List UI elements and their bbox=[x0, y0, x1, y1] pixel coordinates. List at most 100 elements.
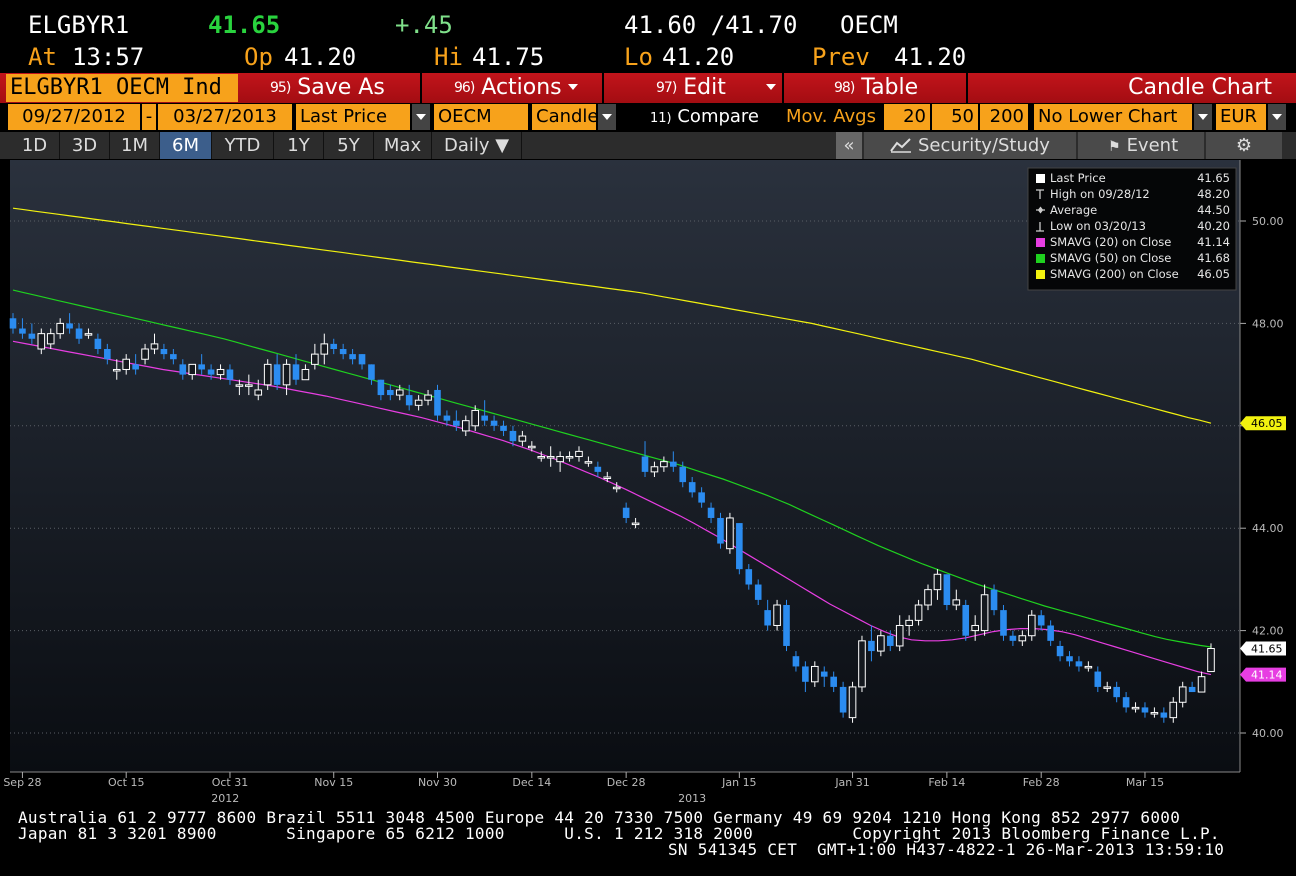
candle-body bbox=[792, 656, 800, 667]
candle-body bbox=[301, 368, 310, 381]
actions-number: 96) bbox=[454, 80, 475, 96]
year-label: 2013 bbox=[678, 792, 706, 805]
x-tick-label: Sep 28 bbox=[3, 776, 41, 789]
candle-body bbox=[783, 605, 790, 646]
prev-value: 41.20 bbox=[894, 43, 967, 71]
candle bbox=[434, 384, 441, 421]
price-source: OECM bbox=[840, 11, 898, 39]
candle-body bbox=[19, 328, 26, 334]
prev-label: Prev bbox=[812, 43, 870, 71]
candle-body bbox=[631, 522, 640, 526]
settings-button[interactable]: ⚙ bbox=[1206, 132, 1282, 159]
actions-menu[interactable]: 96) Actions bbox=[424, 73, 604, 103]
candle-body bbox=[56, 322, 64, 335]
x-axis: Sep 28 Oct 15 Oct 31 Nov 15 Nov 30 Dec 14 Dec … bbox=[3, 771, 1240, 805]
y-tick-label: 40.00 bbox=[1252, 727, 1284, 740]
candle-body bbox=[726, 517, 734, 550]
candle-body bbox=[1169, 701, 1178, 719]
candle bbox=[783, 599, 790, 652]
candle bbox=[943, 574, 951, 611]
candle-body bbox=[905, 619, 913, 626]
source-field[interactable]: OECM bbox=[434, 104, 528, 130]
candle-body bbox=[414, 399, 423, 406]
candle-body bbox=[198, 364, 205, 370]
event-button[interactable]: ⚑ Event bbox=[1078, 132, 1204, 159]
candle-body bbox=[895, 624, 904, 647]
ma3-field[interactable]: 200 bbox=[980, 104, 1028, 130]
x-tick-label: Nov 30 bbox=[418, 776, 457, 789]
field-select[interactable]: Last Price bbox=[296, 104, 410, 130]
candle-body bbox=[754, 584, 762, 600]
candle-body bbox=[811, 665, 819, 683]
security-study-button[interactable]: Security/Study bbox=[864, 132, 1076, 159]
candle-body bbox=[1047, 625, 1054, 641]
range-1d[interactable]: 1D bbox=[10, 132, 60, 159]
candle-body bbox=[1075, 661, 1083, 667]
security-field[interactable]: ELGBYR1 OECM Ind bbox=[6, 74, 238, 102]
candle-body bbox=[717, 517, 724, 544]
legend-swatch bbox=[1036, 174, 1045, 183]
candle-body bbox=[1027, 614, 1036, 637]
candle-body bbox=[509, 430, 517, 442]
high-value: 41.75 bbox=[472, 43, 545, 71]
candle-body bbox=[1131, 706, 1140, 710]
candle-body bbox=[46, 333, 55, 345]
collapse-button[interactable]: « bbox=[836, 132, 862, 159]
candle-body bbox=[75, 328, 83, 339]
candle-body bbox=[1103, 686, 1112, 689]
y-tick-label: 44.00 bbox=[1252, 522, 1284, 535]
time-label: At bbox=[28, 43, 57, 71]
candle-body bbox=[943, 574, 951, 605]
frequency-select[interactable]: Daily ▼ bbox=[432, 132, 522, 159]
legend-label: Low on 03/20/13 bbox=[1050, 219, 1146, 233]
range-ytd[interactable]: YTD bbox=[212, 132, 274, 159]
candle-body bbox=[112, 368, 121, 372]
table-button[interactable]: 98) Table bbox=[786, 73, 968, 103]
candle-body bbox=[481, 415, 488, 421]
save-as-button[interactable]: 95) Save As bbox=[240, 73, 422, 103]
price-tag-label: 41.14 bbox=[1251, 669, 1283, 682]
start-date-field[interactable]: 09/27/2012 bbox=[8, 104, 140, 130]
currency-select[interactable]: EUR bbox=[1216, 104, 1266, 130]
candle-body bbox=[962, 605, 970, 636]
candle-body bbox=[358, 354, 366, 365]
legend-swatch bbox=[1036, 254, 1045, 263]
range-3d[interactable]: 3D bbox=[60, 132, 110, 159]
legend-label: Last Price bbox=[1050, 171, 1106, 185]
end-date-field[interactable]: 03/27/2013 bbox=[158, 104, 292, 130]
ma1-field[interactable]: 20 bbox=[884, 104, 930, 130]
ma2-field[interactable]: 50 bbox=[932, 104, 978, 130]
currency-dropdown-icon[interactable] bbox=[1268, 104, 1286, 130]
range-max[interactable]: Max bbox=[374, 132, 432, 159]
candle-body bbox=[830, 676, 837, 687]
range-6m[interactable]: 6M bbox=[160, 132, 212, 159]
date-separator: - bbox=[142, 104, 156, 130]
candle-body bbox=[160, 349, 168, 355]
candle-body bbox=[330, 343, 338, 349]
compare-button[interactable]: 11) Compare bbox=[646, 104, 766, 130]
range-1m[interactable]: 1M bbox=[110, 132, 160, 159]
candle bbox=[736, 523, 743, 575]
frequency-label: Daily bbox=[444, 135, 490, 156]
candle-body bbox=[1141, 707, 1149, 713]
candle-body bbox=[584, 461, 593, 464]
candle-body bbox=[594, 466, 602, 472]
style-dropdown-icon[interactable] bbox=[598, 104, 616, 130]
legend-value: 40.20 bbox=[1197, 219, 1230, 233]
candle bbox=[839, 681, 847, 718]
lower-chart-dropdown-icon[interactable] bbox=[1194, 104, 1212, 130]
candle-body bbox=[453, 420, 460, 426]
high-label: Hi bbox=[434, 43, 463, 71]
candle-body bbox=[1178, 686, 1187, 703]
range-1y[interactable]: 1Y bbox=[274, 132, 324, 159]
candle-body bbox=[575, 450, 583, 458]
candle-body bbox=[141, 348, 149, 360]
field-dropdown-icon[interactable] bbox=[412, 104, 430, 130]
candle-body bbox=[395, 389, 404, 396]
lower-chart-select[interactable]: No Lower Chart bbox=[1034, 104, 1192, 130]
style-select[interactable]: Candle bbox=[532, 104, 596, 130]
candle-body bbox=[650, 466, 659, 473]
candle-body bbox=[1150, 712, 1159, 715]
edit-menu[interactable]: 97) Edit bbox=[606, 73, 784, 103]
range-5y[interactable]: 5Y bbox=[324, 132, 374, 159]
